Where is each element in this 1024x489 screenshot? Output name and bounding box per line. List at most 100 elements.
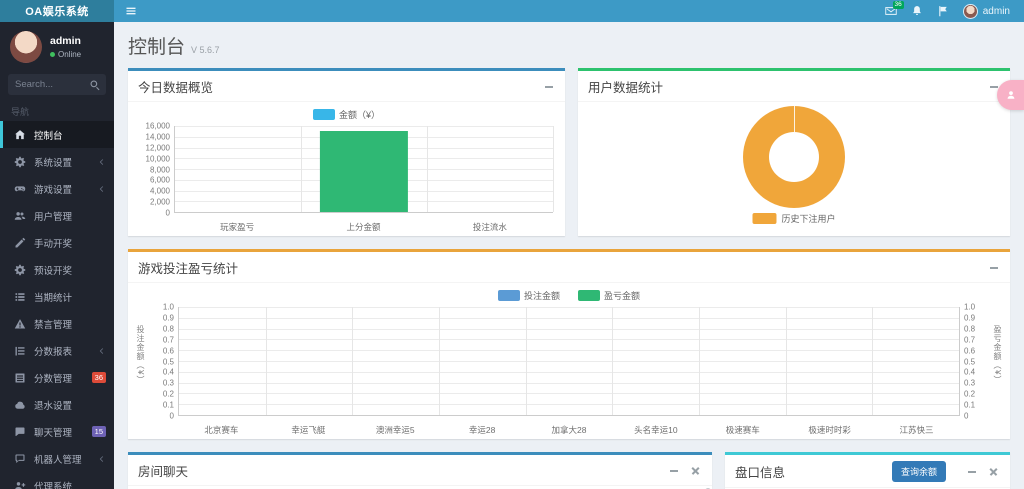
sidebar-toggle-icon[interactable]: [114, 0, 148, 22]
donut-ring: [743, 106, 845, 208]
sidebar-item-list[interactable]: 当期统计: [0, 283, 114, 310]
topbar-right: 36 admin: [885, 1, 1024, 19]
legend-swatch: [752, 213, 777, 224]
y-tick-label: 1.0: [964, 302, 976, 312]
main-content: 控制台 V 5.6.7 今日数据概览 金额（¥） 16,000 14,000 12,…: [114, 22, 1024, 489]
agent-icon: [14, 480, 28, 489]
close-icon[interactable]: [988, 466, 1000, 478]
sidebar: admin Online 导航 控制台系统设置游戏设置用户管理手动开奖预设开奖当…: [0, 22, 114, 489]
sidebar-menu: 控制台系统设置游戏设置 用户管理 手动开奖预设开奖当期统计 禁言管理 分数报表 分数管理 3…: [0, 121, 114, 489]
dashboard-icon: [14, 129, 28, 141]
close-icon[interactable]: [690, 465, 702, 477]
y-tick-label: 0.3: [162, 378, 174, 388]
y-tick-label: 4,000: [149, 186, 170, 196]
games-bar-chart: 投注金额 盈亏金额 投注金额（¥） 盈亏金额（¥） 1.0 0.9 0.8 0.7 0.6…: [128, 283, 1010, 438]
sidebar-item-label: 代理系统: [34, 481, 73, 489]
y-tick-label: 0.6: [964, 346, 976, 356]
user-menu-label: admin: [982, 5, 1010, 17]
search-input[interactable]: [8, 74, 84, 95]
x-category-label: 极速赛车: [725, 425, 760, 435]
online-dot-icon: [50, 52, 55, 57]
sidebar-item-robot[interactable]: 机器人管理: [0, 445, 114, 472]
y-tick-label: 0.5: [162, 357, 174, 366]
y-axis-label-left: 投注金额（¥）: [136, 325, 145, 385]
y-tick-label: 1.0: [162, 302, 174, 312]
legend-item[interactable]: 盈亏金额: [578, 289, 640, 302]
chevron-left-icon: [96, 157, 106, 167]
x-category-label: 玩家盈亏: [220, 222, 255, 232]
sidebar-item-dashboard[interactable]: 控制台: [0, 121, 114, 148]
x-category-label: 澳洲幸运5: [375, 425, 415, 435]
cog-icon: [14, 264, 28, 276]
topbar-main: 36 admin: [114, 0, 1024, 22]
y-tick-label: 0: [964, 411, 969, 421]
panel-today-overview: 今日数据概览 金额（¥） 16,000 14,000 12,000 10,000 8,0…: [128, 68, 565, 236]
x-category-label: 极速时时彩: [808, 425, 851, 435]
x-category-label: 投注流水: [472, 222, 507, 232]
sidebar-item-agent[interactable]: 代理系统: [0, 472, 114, 489]
sidebar-item-label: 预设开奖: [34, 265, 73, 277]
panel-title: 游戏投注盈亏统计: [138, 262, 239, 276]
messages-icon[interactable]: 36: [885, 1, 904, 17]
sidebar-item-pencil[interactable]: 手动开奖: [0, 229, 114, 256]
minimize-icon[interactable]: [668, 465, 680, 477]
x-category-label: 上分金额: [346, 222, 381, 232]
user-menu[interactable]: admin: [962, 3, 1010, 19]
sidebar-item-users[interactable]: 用户管理: [0, 202, 114, 229]
search-icon[interactable]: [84, 74, 106, 95]
y-tick-label: 16,000: [145, 121, 170, 131]
sidebar-item-gamepad[interactable]: 游戏设置: [0, 175, 114, 202]
legend-item[interactable]: 历史下注用户: [752, 212, 836, 225]
query-balance-button[interactable]: 查询余额: [891, 461, 946, 482]
robot-icon: [14, 453, 28, 465]
sidebar-search: [8, 74, 106, 95]
notifications-icon[interactable]: [911, 5, 923, 17]
sidebar-item-chat[interactable]: 聊天管理 15: [0, 418, 114, 445]
y-tick-label: 0.2: [964, 389, 976, 399]
sidebar-item-cog[interactable]: 预设开奖: [0, 256, 114, 283]
page-version: V 5.6.7: [191, 45, 220, 55]
sidebar-item-list-alt[interactable]: 分数管理 36: [0, 364, 114, 391]
sidebar-item-gear[interactable]: 系统设置: [0, 148, 114, 175]
row-3: 房间聊天 18:33:09 bjl-管理员 第 1391939 期已经开启,请开…: [128, 452, 1010, 489]
warning-icon: [14, 318, 28, 330]
minimize-icon[interactable]: [988, 262, 1000, 274]
panel-title: 用户数据统计: [588, 81, 664, 95]
panel-title: 今日数据概览: [138, 81, 214, 95]
y-tick-label: 0.7: [162, 335, 174, 345]
users-donut-chart: 历史下注用户: [578, 102, 1010, 236]
floating-service-button[interactable]: [997, 80, 1024, 110]
page-title: 控制台: [128, 37, 186, 58]
y-tick-label: 0: [169, 411, 174, 421]
y-tick-label: 0.5: [964, 357, 976, 366]
app-logo[interactable]: OA娱乐系统: [0, 0, 114, 22]
panel-title: 盘口信息: [735, 466, 786, 480]
panel-user-stats: 用户数据统计 历史下注用户: [578, 68, 1010, 236]
list-alt-icon: [14, 372, 28, 384]
y-tick-label: 0.9: [162, 313, 174, 323]
x-category-label: 幸运28: [468, 425, 496, 435]
sidebar-item-report[interactable]: 分数报表: [0, 337, 114, 364]
chart-legend: 金额（¥）: [128, 102, 565, 123]
y-tick-label: 0.4: [162, 367, 174, 377]
minimize-icon[interactable]: [543, 81, 555, 93]
bar-上分金额: [319, 131, 409, 212]
list-icon: [14, 291, 28, 303]
legend-item[interactable]: 投注金额: [497, 289, 560, 302]
legend-item[interactable]: 金额（¥）: [312, 108, 380, 121]
page-header: 控制台 V 5.6.7: [128, 32, 1010, 59]
sidebar-section-label: 导航: [11, 107, 30, 117]
x-category-label: 幸运飞艇: [291, 425, 326, 435]
donut-seam: [794, 106, 795, 132]
y-tick-label: 12,000: [145, 143, 170, 153]
report-icon: [14, 345, 28, 357]
sidebar-item-warning[interactable]: 禁言管理: [0, 310, 114, 337]
sidebar-item-cloud[interactable]: 退水设置: [0, 391, 114, 418]
y-tick-label: 6,000: [149, 175, 170, 185]
flag-icon[interactable]: [937, 5, 949, 17]
chart-legend: 投注金额 盈亏金额: [128, 283, 1010, 304]
sidebar-item-label: 系统设置: [34, 157, 73, 169]
y-tick-label: 0: [165, 208, 170, 218]
minimize-icon[interactable]: [966, 466, 978, 478]
y-tick-label: 0.1: [162, 400, 174, 410]
